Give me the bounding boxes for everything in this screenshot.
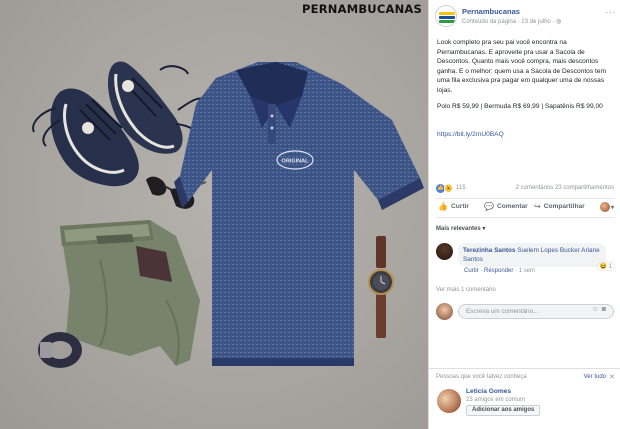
add-friend-label: Adicionar aos amigos <box>472 407 535 413</box>
like-label: Curtir <box>450 203 469 210</box>
suggested-person-name[interactable]: Leticia Gomes <box>466 388 511 395</box>
comment-bubble: Terezinha Santos Suelem Lopes Bucker Ari… <box>458 243 606 267</box>
view-more-comments[interactable]: Ver mais 1 comentário <box>436 287 496 293</box>
reaction-emoji-icon: 😆 <box>599 264 607 270</box>
brand-watermark: PERNAMBUCANAS <box>302 2 422 16</box>
page-avatar[interactable] <box>435 5 457 27</box>
reactions-count[interactable]: 115 <box>456 185 466 191</box>
reaction-stats: 👍 😮 115 2 comentários 23 compartilhament… <box>436 183 614 195</box>
post-header: Pernambucanas Conteúdo da página · 23 de… <box>435 5 616 29</box>
comment-label: Comentar <box>496 203 528 210</box>
post-link[interactable]: https://bit.ly/2mU0BAQ <box>437 131 504 138</box>
emoji-icon[interactable]: ☺ <box>592 306 602 313</box>
chevron-down-icon: ▾ <box>610 204 614 211</box>
wrist-watch <box>368 236 394 338</box>
post-prices-text: Polo R$ 59,99 | Bermuda R$ 69,99 | Sapat… <box>437 103 603 110</box>
suggested-person-avatar[interactable] <box>437 389 461 413</box>
write-comment: Escreva um comentário... ☺◙ <box>436 302 614 322</box>
comment-actions[interactable]: Curtir · Responder · 1 sem <box>464 268 535 274</box>
suggest-heading: Pessoas que você talvez conheça <box>436 374 527 380</box>
comment-item: Terezinha Santos Suelem Lopes Bucker Ari… <box>436 243 614 279</box>
menu-dots-icon[interactable]: ··· <box>606 7 617 17</box>
globe-icon: ◍ <box>556 19 562 25</box>
mutual-friends[interactable]: 23 amigos em comum <box>466 397 525 403</box>
flatlay-illustration: ORIGINAL <box>32 61 424 368</box>
post-meta-text: Conteúdo da página · 23 de julho · <box>462 19 555 25</box>
divider <box>436 217 614 218</box>
like-button[interactable]: 👍 Curtir <box>438 202 469 211</box>
wow-reaction-icon[interactable]: 😮 <box>444 184 453 193</box>
comment-tools: ☺◙ <box>592 306 609 313</box>
people-you-may-know: Pessoas que você talvez conheça Ver tudo… <box>429 368 620 429</box>
divider <box>436 198 614 199</box>
comment-input-placeholder: Escreva um comentário... <box>466 308 539 315</box>
comment-icon: 💬 <box>484 202 494 211</box>
share-button[interactable]: ↪ Compartilhar <box>534 202 585 211</box>
close-icon[interactable]: ✕ <box>609 373 615 381</box>
comment-filter[interactable]: Mais relevantes ▾ <box>436 225 485 232</box>
page-name-link[interactable]: Pernambucanas <box>462 7 520 16</box>
post-actions: 👍 Curtir 💬 Comentar ↪ Compartilhar ▾ <box>436 201 614 215</box>
post-panel: Pernambucanas Conteúdo da página · 23 de… <box>428 0 620 429</box>
shorts <box>60 220 200 366</box>
comment-reaction-count: 1 <box>608 264 612 270</box>
comment-reactions[interactable]: 😆 1 <box>597 263 614 270</box>
share-label: Compartilhar <box>543 203 585 210</box>
add-friend-button[interactable]: Adicionar aos amigos <box>466 405 541 416</box>
share-as-selector[interactable]: ▾ <box>599 202 614 212</box>
comment-time: 1 sem <box>518 268 536 274</box>
post-meta: Conteúdo da página · 23 de julho · ◍ <box>462 18 561 25</box>
comment-button[interactable]: 💬 Comentar <box>484 202 528 211</box>
see-all-link[interactable]: Ver tudo <box>584 374 606 380</box>
current-user-avatar <box>436 303 453 320</box>
avatar <box>599 202 610 212</box>
commenter-avatar[interactable] <box>436 243 453 260</box>
polo-shirt: ORIGINAL <box>174 62 424 366</box>
shirt-logo: ORIGINAL <box>282 159 310 165</box>
like-icon: 👍 <box>438 202 448 211</box>
camera-icon[interactable]: ◙ <box>602 306 609 313</box>
comment-author[interactable]: Terezinha Santos <box>463 247 515 254</box>
comment-input[interactable]: Escreva um comentário... <box>458 304 614 319</box>
comments-shares-count[interactable]: 2 comentários 23 compartilhamentos <box>516 185 614 191</box>
share-icon: ↪ <box>534 202 541 211</box>
post-photo[interactable]: ORIGINAL PERNAMBUCANAS <box>0 0 428 429</box>
comment-actions-links[interactable]: Curtir · Responder · <box>464 268 519 274</box>
post-body-text: Look completo pra seu pai você encontra … <box>437 39 606 94</box>
belt <box>38 332 82 368</box>
